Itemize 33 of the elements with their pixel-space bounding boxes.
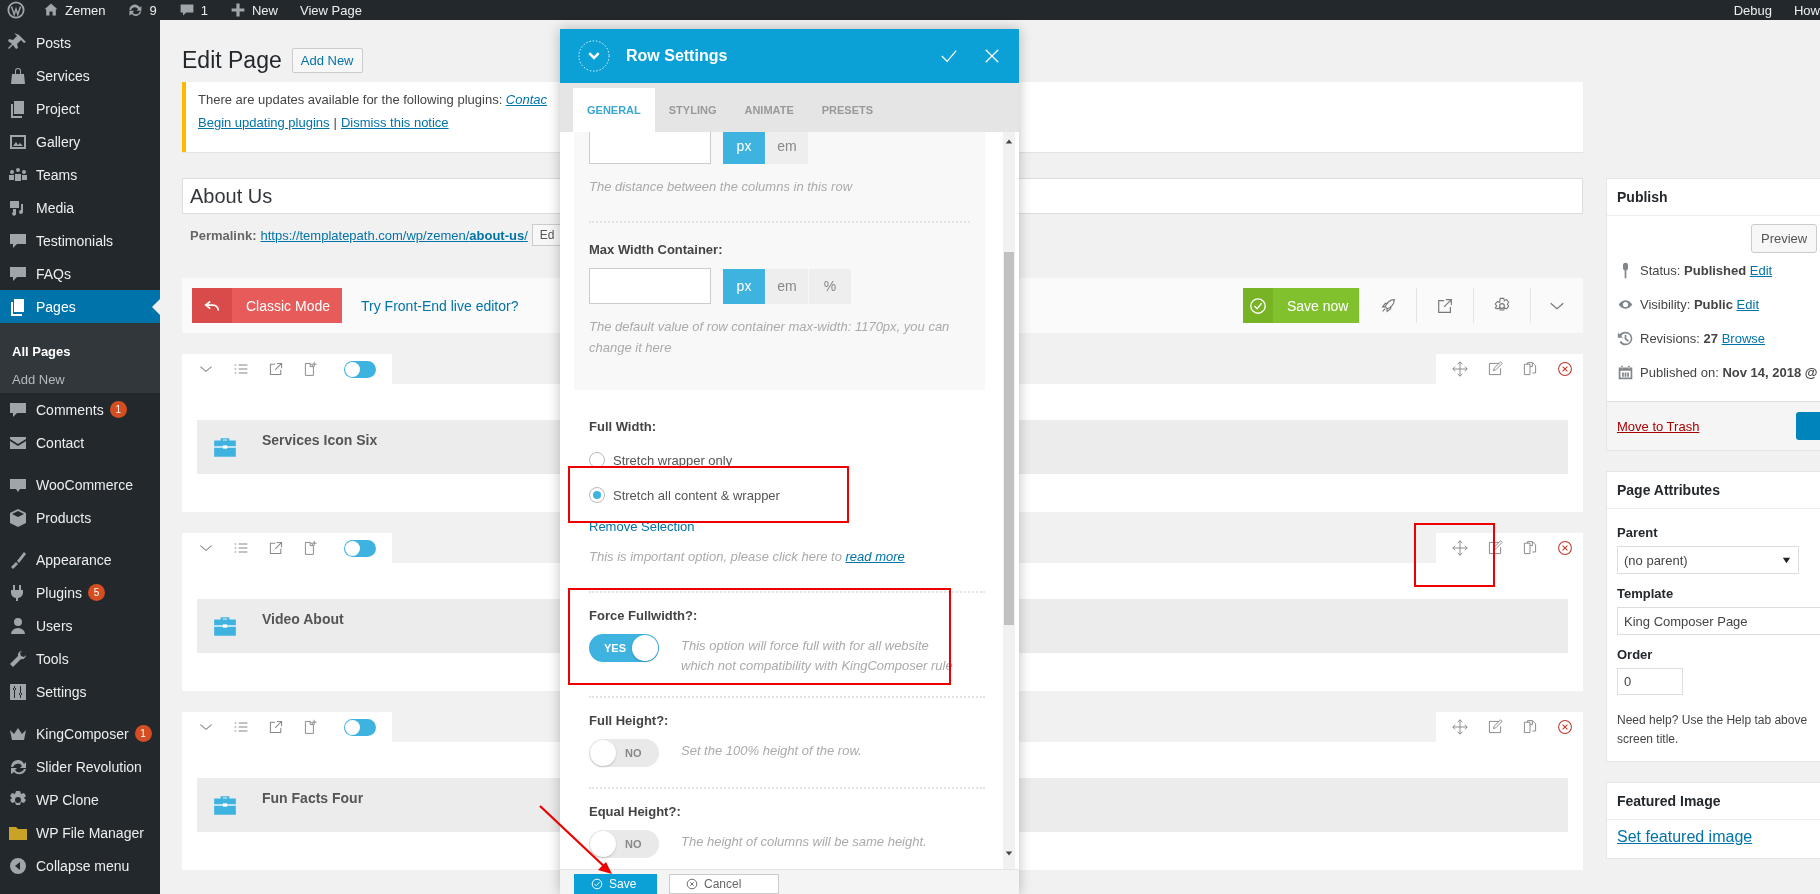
separator-text: | xyxy=(333,115,337,130)
help-text: Need help? Use the Help tab above xyxy=(1617,712,1809,729)
box-title: Page Attributes xyxy=(1607,472,1820,509)
publish-detail: Revisions: 27 Browse xyxy=(1640,330,1766,346)
page-heading: Edit Page xyxy=(182,46,282,74)
field-label: Max Width Container: xyxy=(589,241,724,259)
help-text: The default value of row container max-width: 1170px, you can change it here xyxy=(589,318,951,357)
field-label: Template xyxy=(1617,586,1675,601)
help-text: The height of columns will be same height. xyxy=(681,833,928,851)
count-badge: 5 xyxy=(87,584,105,601)
help-text: screen title. xyxy=(1617,731,1680,748)
field-label: Full Width: xyxy=(589,418,658,436)
count-badge: 1 xyxy=(109,401,127,418)
element-title: Services Icon Six xyxy=(262,431,378,448)
permalink-label: Permalink: xyxy=(190,227,257,243)
notice-text: There are updates available for the following plugins: Contac xyxy=(198,92,549,107)
dialog-title: Row Settings xyxy=(626,47,728,65)
help-text: This is important option, please click here to read more xyxy=(589,548,906,566)
box-title: Featured Image xyxy=(1607,783,1820,820)
help-text: The distance between the columns in this row xyxy=(589,178,854,196)
field-label: Parent xyxy=(1617,525,1659,540)
publish-detail: Published on: Nov 14, 2018 @ xyxy=(1640,364,1818,380)
field-label: Full Height?: xyxy=(589,712,670,730)
help-text: Set the 100% height of the row. xyxy=(681,742,863,760)
publish-detail: Status: Published Edit xyxy=(1640,262,1773,278)
element-title: Video About xyxy=(262,610,344,627)
element-title: Fun Facts Four xyxy=(262,789,364,806)
field-label: Force Fullwidth?: xyxy=(589,607,699,625)
publish-detail: Visibility: Public Edit xyxy=(1640,296,1759,312)
box-title: Publish xyxy=(1607,179,1820,216)
field-label: Equal Height?: xyxy=(589,803,682,821)
count-badge: 1 xyxy=(134,725,152,742)
field-label: Order xyxy=(1617,647,1654,662)
